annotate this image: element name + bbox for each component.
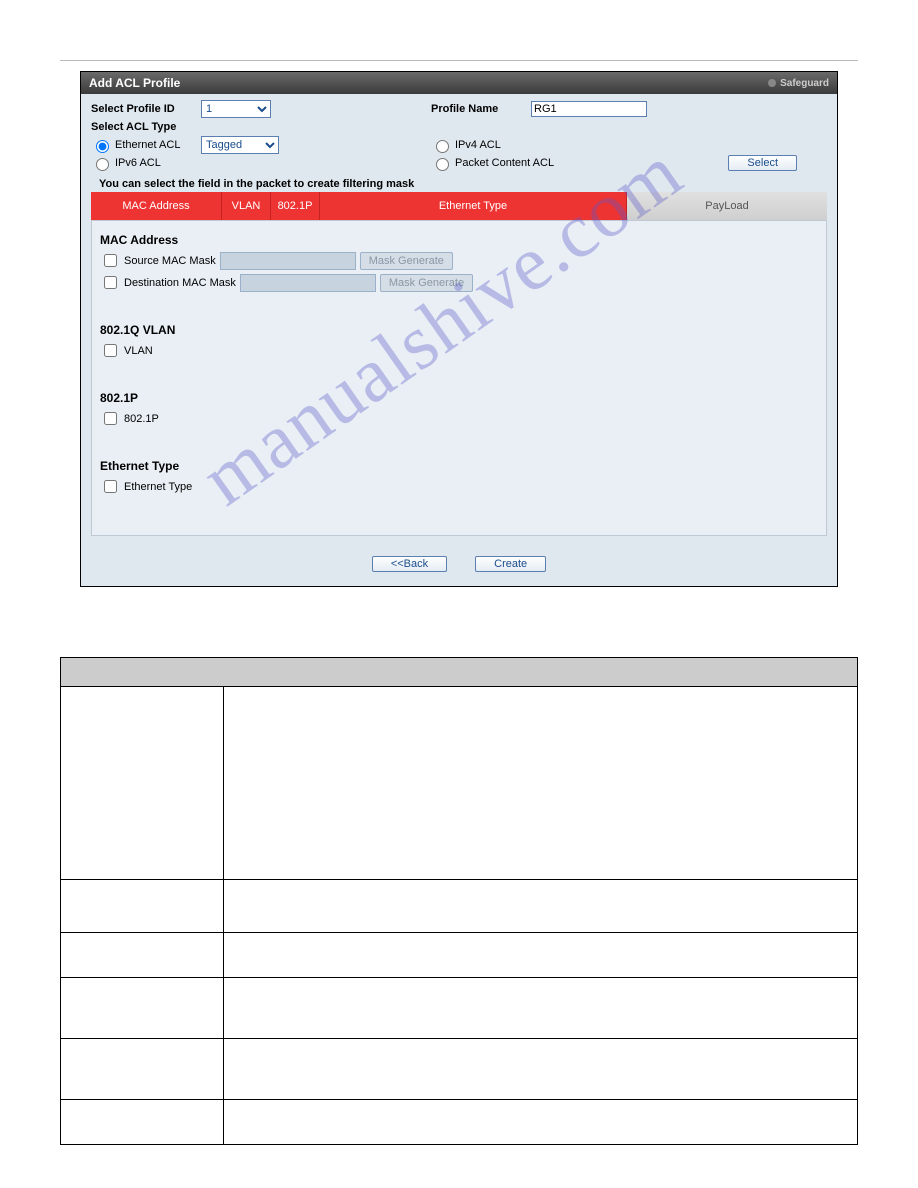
mac-section-title: MAC Address [100, 233, 818, 247]
table-cell [224, 1039, 858, 1100]
tab-8021p[interactable]: 802.1P [271, 192, 320, 220]
filter-hint: You can select the field in the packet t… [91, 172, 827, 192]
acl-type-label: Select ACL Type [91, 121, 201, 133]
ipv4-acl-radio[interactable] [436, 140, 449, 153]
dest-mac-label: Destination MAC Mask [124, 277, 236, 289]
table-cell [224, 1100, 858, 1145]
source-mac-input[interactable] [220, 252, 356, 270]
dest-mac-checkbox[interactable] [104, 276, 117, 289]
dest-mask-generate-button[interactable]: Mask Generate [380, 274, 473, 292]
ethtype-section-title: Ethernet Type [100, 459, 818, 473]
8021p-chk-label: 802.1P [124, 413, 159, 425]
ipv6-acl-radio[interactable] [96, 158, 109, 171]
profile-name-label: Profile Name [431, 103, 531, 115]
tab-payload[interactable]: PayLoad [627, 192, 827, 220]
8021p-checkbox[interactable] [104, 412, 117, 425]
packet-content-acl-radio[interactable] [436, 158, 449, 171]
tab-vlan[interactable]: VLAN [222, 192, 271, 220]
tagged-select[interactable]: Tagged [201, 136, 279, 154]
vlan-checkbox[interactable] [104, 344, 117, 357]
profile-id-select[interactable]: 1 [201, 100, 271, 118]
table-header [61, 658, 858, 687]
8021p-section-title: 802.1P [100, 391, 818, 405]
create-button[interactable]: Create [475, 556, 546, 572]
tab-mac-address[interactable]: MAC Address [91, 192, 222, 220]
table-cell [224, 880, 858, 933]
panel-title-bar: Add ACL Profile Safeguard [81, 72, 837, 94]
table-cell [224, 933, 858, 978]
back-button[interactable]: <<Back [372, 556, 447, 572]
select-button[interactable]: Select [728, 155, 797, 171]
table-cell [61, 1039, 224, 1100]
vlan-chk-label: VLAN [124, 345, 153, 357]
tab-bar: MAC Address VLAN 802.1P Ethernet Type Pa… [91, 192, 827, 220]
source-mac-checkbox[interactable] [104, 254, 117, 267]
dest-mac-input[interactable] [240, 274, 376, 292]
vlan-section-title: 802.1Q VLAN [100, 323, 818, 337]
profile-name-input[interactable] [531, 101, 647, 117]
table-cell [224, 978, 858, 1039]
profile-id-label: Select Profile ID [91, 103, 201, 115]
source-mac-label: Source MAC Mask [124, 255, 216, 267]
table-cell [61, 1100, 224, 1145]
table-cell [61, 933, 224, 978]
filter-mask-area: MAC Address Source MAC Mask Mask Generat… [91, 220, 827, 536]
acl-profile-panel: Add ACL Profile Safeguard Select Profile… [80, 71, 838, 587]
table-cell [61, 880, 224, 933]
window-title: Add ACL Profile [89, 76, 180, 90]
ethernet-acl-radio[interactable] [96, 140, 109, 153]
safeguard-indicator: Safeguard [768, 78, 829, 89]
table-cell [61, 978, 224, 1039]
ethtype-chk-label: Ethernet Type [124, 481, 192, 493]
table-cell [224, 687, 858, 880]
table-cell [61, 687, 224, 880]
parameter-table [60, 657, 858, 1145]
tab-ethernet-type[interactable]: Ethernet Type [320, 192, 627, 220]
source-mask-generate-button[interactable]: Mask Generate [360, 252, 453, 270]
ethtype-checkbox[interactable] [104, 480, 117, 493]
safeguard-icon [768, 79, 776, 87]
